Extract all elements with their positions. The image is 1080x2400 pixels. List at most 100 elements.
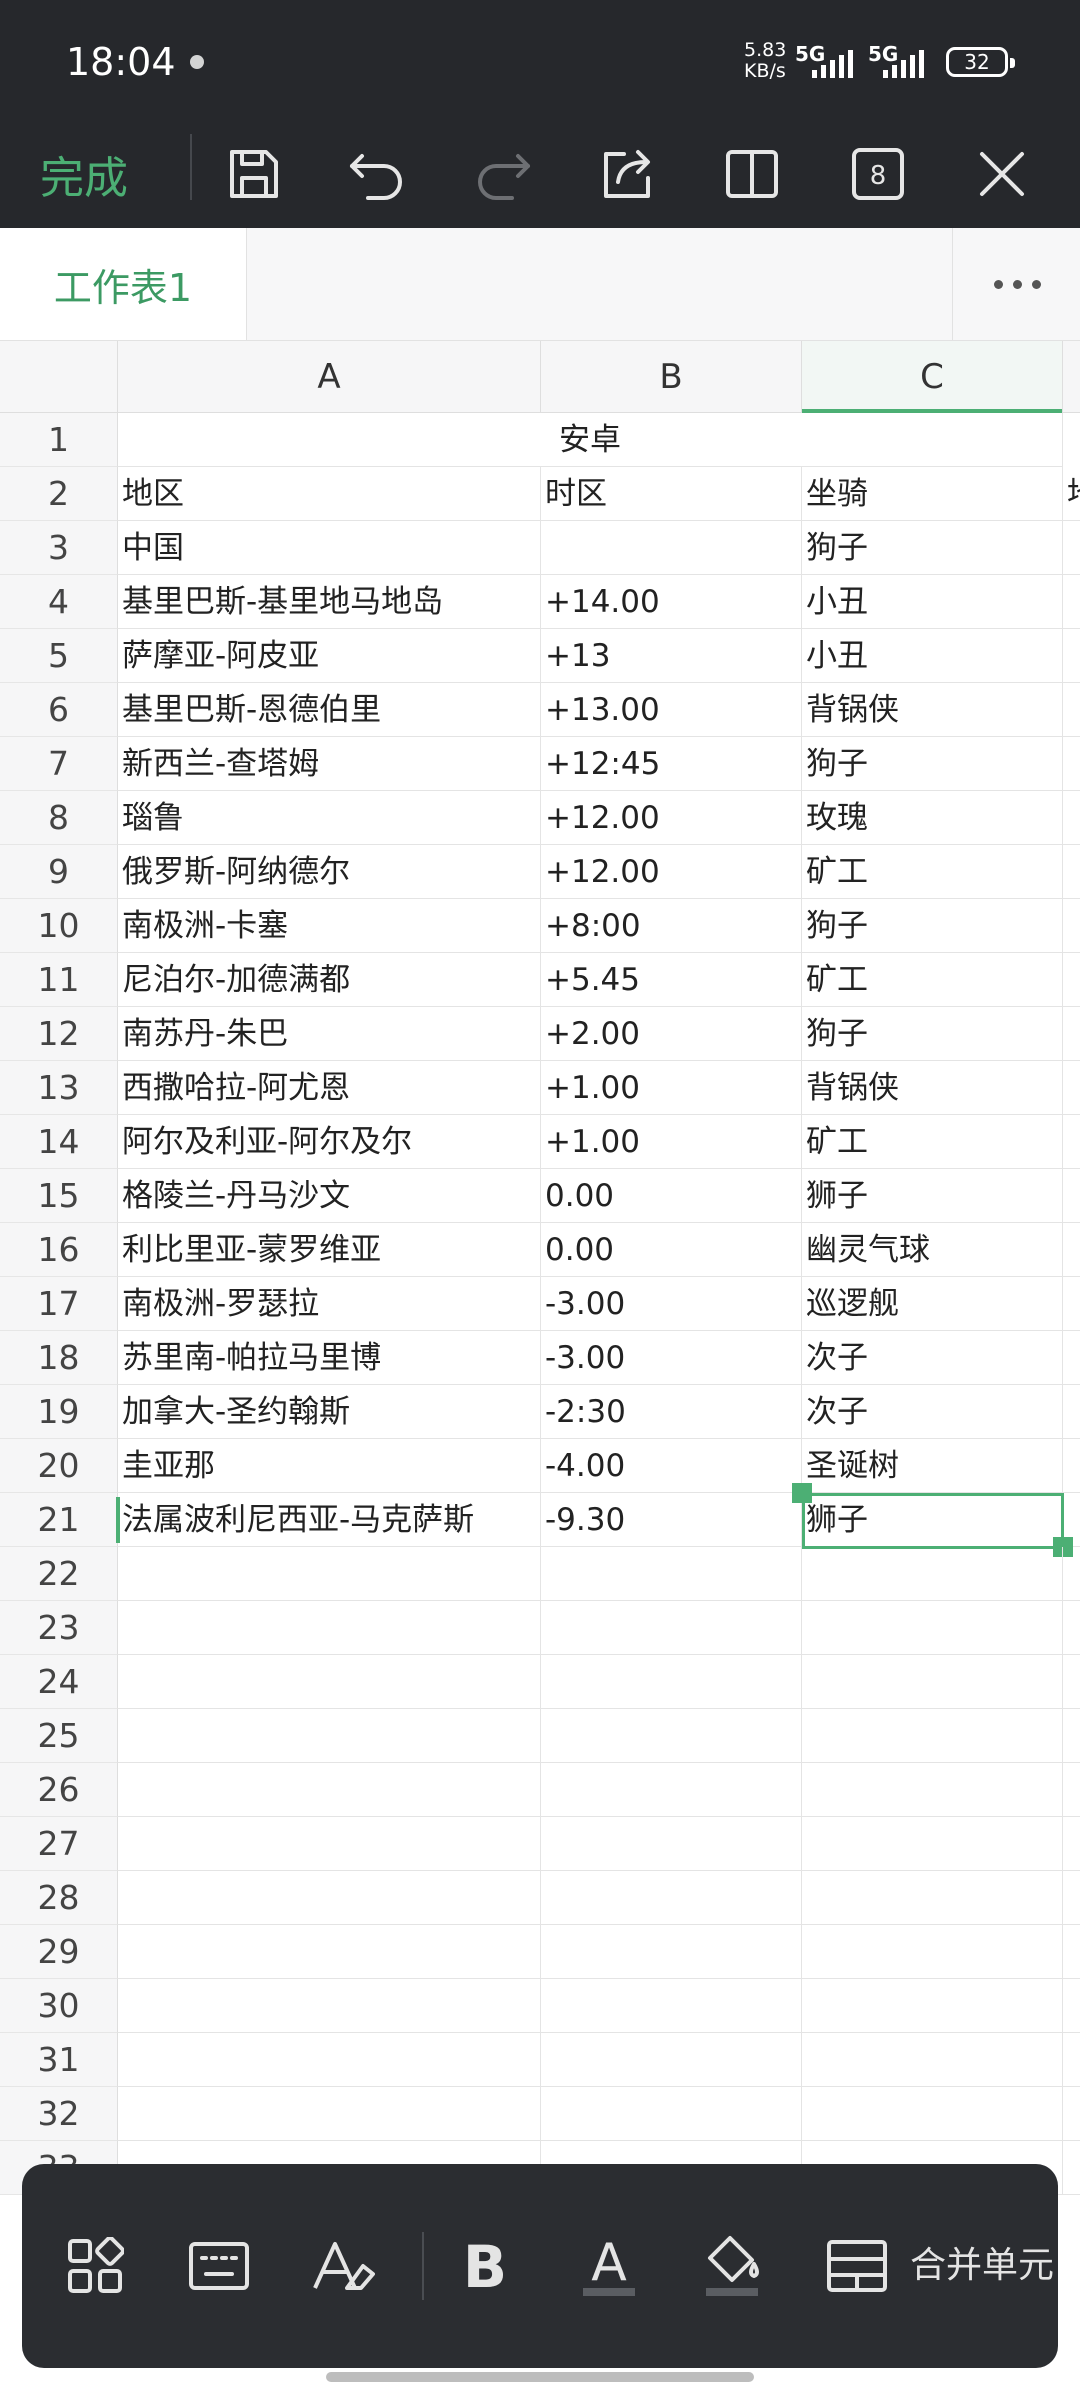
cell-d[interactable] <box>1063 2087 1080 2141</box>
row-header[interactable]: 23 <box>0 1601 118 1655</box>
cell-c[interactable] <box>802 1979 1063 2033</box>
cell-d[interactable] <box>1063 1547 1080 1601</box>
row-header[interactable]: 27 <box>0 1817 118 1871</box>
cell-c[interactable]: 巡逻舰 <box>802 1277 1063 1331</box>
cell-b[interactable]: +13 <box>541 629 802 683</box>
home-indicator[interactable] <box>326 2372 754 2382</box>
cell-d[interactable] <box>1063 575 1080 629</box>
cell-d[interactable] <box>1063 629 1080 683</box>
cell-a[interactable] <box>118 1925 541 1979</box>
spreadsheet-grid[interactable]: A B C 1安卓2地区时区坐骑地3中国狗子4基里巴斯-基里地马地岛+14.00… <box>0 341 1080 2400</box>
cell-d[interactable] <box>1063 791 1080 845</box>
row-header[interactable]: 15 <box>0 1169 118 1223</box>
cell-a[interactable]: 阿尔及利亚-阿尔及尔 <box>118 1115 541 1169</box>
cell-c[interactable]: 狮子 <box>802 1169 1063 1223</box>
cell-a[interactable] <box>118 1763 541 1817</box>
row-header[interactable]: 2 <box>0 467 118 521</box>
cell-b[interactable]: +13.00 <box>541 683 802 737</box>
cell-b[interactable]: +12:45 <box>541 737 802 791</box>
cell-a[interactable]: 法属波利尼西亚-马克萨斯 <box>118 1493 541 1547</box>
cell-d[interactable] <box>1063 1007 1080 1061</box>
cell-d[interactable] <box>1063 737 1080 791</box>
cell-c[interactable] <box>802 1601 1063 1655</box>
close-button[interactable] <box>960 132 1044 216</box>
cell-c[interactable]: 小丑 <box>802 629 1063 683</box>
cell-d[interactable] <box>1063 2033 1080 2087</box>
cell-a[interactable]: 利比里亚-蒙罗维亚 <box>118 1223 541 1277</box>
cell-b[interactable] <box>541 1655 802 1709</box>
cell-c[interactable]: 次子 <box>802 1385 1063 1439</box>
cell-a[interactable]: 南极洲-罗瑟拉 <box>118 1277 541 1331</box>
cell-d[interactable] <box>1063 953 1080 1007</box>
cell-a[interactable] <box>118 2087 541 2141</box>
cell-c[interactable] <box>802 1709 1063 1763</box>
cell-d[interactable] <box>1063 1655 1080 1709</box>
cell-d[interactable]: 地 <box>1063 467 1080 521</box>
cell-d[interactable] <box>1063 1061 1080 1115</box>
cell-b[interactable]: 时区 <box>541 467 802 521</box>
cell-b[interactable]: -9.30 <box>541 1493 802 1547</box>
cell-d[interactable] <box>1063 1925 1080 1979</box>
apps-button[interactable] <box>50 2214 140 2318</box>
row-header[interactable]: 22 <box>0 1547 118 1601</box>
share-button[interactable] <box>586 132 670 216</box>
cell-d[interactable] <box>1063 1169 1080 1223</box>
cell-c[interactable]: 背锅侠 <box>802 1061 1063 1115</box>
cell-d[interactable] <box>1063 1979 1080 2033</box>
cell-c[interactable] <box>802 1817 1063 1871</box>
cell-a[interactable]: 新西兰-查塔姆 <box>118 737 541 791</box>
cell-c[interactable]: 狗子 <box>802 899 1063 953</box>
cell-a[interactable]: 加拿大-圣约翰斯 <box>118 1385 541 1439</box>
cell-a[interactable] <box>118 1655 541 1709</box>
cell-c[interactable] <box>802 1871 1063 1925</box>
row-header[interactable]: 28 <box>0 1871 118 1925</box>
done-button[interactable]: 完成 <box>40 132 160 216</box>
cell-a[interactable] <box>118 1601 541 1655</box>
cell-c[interactable]: 圣诞树 <box>802 1439 1063 1493</box>
row-header[interactable]: 21 <box>0 1493 118 1547</box>
cell-c[interactable] <box>802 1925 1063 1979</box>
cell-c[interactable] <box>802 1547 1063 1601</box>
row-header[interactable]: 6 <box>0 683 118 737</box>
cell-a[interactable]: 地区 <box>118 467 541 521</box>
row-header[interactable]: 4 <box>0 575 118 629</box>
column-header-d[interactable] <box>1063 341 1080 413</box>
cell-a[interactable]: 中国 <box>118 521 541 575</box>
cell-c[interactable] <box>802 2087 1063 2141</box>
cell-a[interactable] <box>118 1979 541 2033</box>
cell-c[interactable]: 玫瑰 <box>802 791 1063 845</box>
cell-a[interactable] <box>118 1871 541 1925</box>
cell-b[interactable]: +12.00 <box>541 845 802 899</box>
row-header[interactable]: 7 <box>0 737 118 791</box>
cell-b[interactable]: -2:30 <box>541 1385 802 1439</box>
cell-a[interactable]: 尼泊尔-加德满都 <box>118 953 541 1007</box>
row-header[interactable]: 16 <box>0 1223 118 1277</box>
keyboard-button[interactable] <box>174 2214 264 2318</box>
cell-d[interactable] <box>1063 1115 1080 1169</box>
cell-c[interactable] <box>802 1655 1063 1709</box>
cell-b[interactable] <box>541 521 802 575</box>
cell-b[interactable] <box>541 2087 802 2141</box>
cell-b[interactable]: -3.00 <box>541 1277 802 1331</box>
cell-a[interactable]: 西撒哈拉-阿尤恩 <box>118 1061 541 1115</box>
merge-cells-button[interactable] <box>812 2214 902 2318</box>
cell-b[interactable]: +12.00 <box>541 791 802 845</box>
cell-d[interactable] <box>1063 845 1080 899</box>
fill-color-button[interactable] <box>688 2214 778 2318</box>
row-header[interactable]: 9 <box>0 845 118 899</box>
row-header[interactable]: 1 <box>0 413 118 467</box>
row-header[interactable]: 13 <box>0 1061 118 1115</box>
row-header[interactable]: 31 <box>0 2033 118 2087</box>
cell-c[interactable]: 背锅侠 <box>802 683 1063 737</box>
save-button[interactable] <box>212 132 296 216</box>
sheet-tab-1[interactable]: 工作表1 <box>0 228 247 340</box>
cell-d[interactable] <box>1063 1763 1080 1817</box>
cell-b[interactable]: +1.00 <box>541 1115 802 1169</box>
selection-handle-top[interactable] <box>792 1483 812 1503</box>
cell-c[interactable]: 幽灵气球 <box>802 1223 1063 1277</box>
cell-d[interactable] <box>1063 2141 1080 2195</box>
cell-d[interactable] <box>1063 1277 1080 1331</box>
cell-c[interactable]: 矿工 <box>802 845 1063 899</box>
cell-a[interactable]: 基里巴斯-恩德伯里 <box>118 683 541 737</box>
cell-c[interactable]: 矿工 <box>802 1115 1063 1169</box>
